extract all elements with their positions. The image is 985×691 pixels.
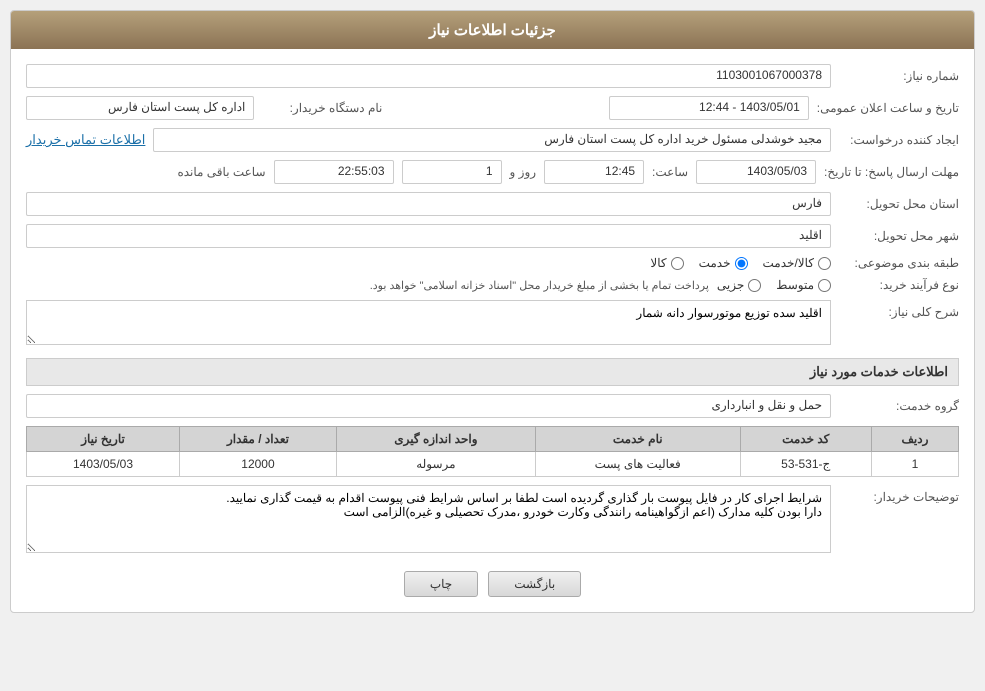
summary-label: شرح کلی نیاز:: [839, 305, 959, 319]
contact-info-link[interactable]: اطلاعات تماس خریدار: [26, 132, 145, 148]
deadline-remaining-label: ساعت باقی مانده: [177, 165, 265, 179]
category-label-khadamat: خدمت: [699, 256, 731, 270]
service-group-value: حمل و نقل و انبارداری: [26, 394, 831, 418]
col-quantity: تعداد / مقدار: [180, 427, 337, 452]
col-row: ردیف: [871, 427, 958, 452]
announce-date-value: 1403/05/01 - 12:44: [609, 96, 809, 120]
creator-value: مجید خوشدلی مسئول خرید اداره کل پست استا…: [153, 128, 831, 152]
cell-row: 1: [871, 452, 958, 477]
city-row: شهر محل تحویل: اقلید: [26, 224, 959, 248]
buyer-org-value: اداره کل پست استان فارس: [26, 96, 254, 120]
purchase-type-note: پرداخت تمام یا بخشی از مبلغ خریدار محل "…: [370, 279, 709, 292]
creator-row: ایجاد کننده درخواست: مجید خوشدلی مسئول خ…: [26, 128, 959, 152]
city-value: اقلید: [26, 224, 831, 248]
province-row: استان محل تحویل: فارس: [26, 192, 959, 216]
buyer-org-label: نام دستگاه خریدار:: [262, 101, 382, 115]
purchase-type-jozii[interactable]: جزیی: [717, 278, 761, 292]
creator-label: ایجاد کننده درخواست:: [839, 133, 959, 147]
cell-quantity: 12000: [180, 452, 337, 477]
button-group: بازگشت چاپ: [26, 571, 959, 597]
category-radio-group: کالا/خدمت خدمت کالا: [650, 256, 831, 270]
category-radio-kala[interactable]: [671, 257, 684, 270]
back-button[interactable]: بازگشت: [488, 571, 581, 597]
purchase-type-row: نوع فرآیند خرید: متوسط جزیی پرداخت تمام …: [26, 278, 959, 292]
buyer-description-textarea[interactable]: شرایط اجرای کار در فایل پیوست بار گذاری …: [26, 485, 831, 553]
buyer-description-row: توضیحات خریدار: شرایط اجرای کار در فایل …: [26, 485, 959, 556]
summary-row: شرح کلی نیاز: اقلید سده توزیع موتورسوار …: [26, 300, 959, 348]
table-row: 1 ج-531-53 فعالیت های پست مرسوله 12000 1…: [27, 452, 959, 477]
category-label-kala: کالا: [650, 256, 666, 270]
purchase-type-label-jozii: جزیی: [717, 278, 744, 292]
province-value: فارس: [26, 192, 831, 216]
panel-body: شماره نیاز: 1103001067000378 تاریخ و ساع…: [11, 49, 974, 612]
city-label: شهر محل تحویل:: [839, 229, 959, 243]
col-name: نام خدمت: [535, 427, 740, 452]
main-panel: جزئیات اطلاعات نیاز شماره نیاز: 11030010…: [10, 10, 975, 613]
summary-textarea[interactable]: اقلید سده توزیع موتورسوار دانه شمار: [26, 300, 831, 345]
category-option-khadamat[interactable]: خدمت: [699, 256, 748, 270]
services-section-title: اطلاعات خدمات مورد نیاز: [26, 358, 959, 386]
col-unit: واحد اندازه گیری: [336, 427, 535, 452]
panel-header: جزئیات اطلاعات نیاز: [11, 11, 974, 49]
cell-code: ج-531-53: [740, 452, 871, 477]
purchase-type-label-motavas: متوسط: [776, 278, 814, 292]
deadline-days-label: روز و: [510, 165, 537, 179]
deadline-date: 1403/05/03: [696, 160, 816, 184]
service-group-row: گروه خدمت: حمل و نقل و انبارداری: [26, 394, 959, 418]
page-wrapper: جزئیات اطلاعات نیاز شماره نیاز: 11030010…: [0, 0, 985, 623]
col-date: تاریخ نیاز: [27, 427, 180, 452]
buyer-org-row: تاریخ و ساعت اعلان عمومی: 1403/05/01 - 1…: [26, 96, 959, 120]
services-table: ردیف کد خدمت نام خدمت واحد اندازه گیری ت…: [26, 426, 959, 477]
category-radio-kala-khadamat[interactable]: [818, 257, 831, 270]
summary-container: اقلید سده توزیع موتورسوار دانه شمار: [26, 300, 831, 348]
province-label: استان محل تحویل:: [839, 197, 959, 211]
col-code: کد خدمت: [740, 427, 871, 452]
need-number-label: شماره نیاز:: [839, 69, 959, 83]
need-number-value: 1103001067000378: [26, 64, 831, 88]
deadline-label: مهلت ارسال پاسخ: تا تاریخ:: [824, 165, 959, 179]
deadline-remaining: 22:55:03: [274, 160, 394, 184]
announce-date-label: تاریخ و ساعت اعلان عمومی:: [817, 101, 959, 115]
cell-date: 1403/05/03: [27, 452, 180, 477]
deadline-days: 1: [402, 160, 502, 184]
category-radio-khadamat[interactable]: [735, 257, 748, 270]
category-row: طبقه بندی موضوعی: کالا/خدمت خدمت کالا: [26, 256, 959, 270]
buyer-description-container: شرایط اجرای کار در فایل پیوست بار گذاری …: [26, 485, 831, 556]
service-group-label: گروه خدمت:: [839, 399, 959, 413]
category-option-kala[interactable]: کالا: [650, 256, 683, 270]
deadline-time-label: ساعت:: [652, 165, 688, 179]
deadline-time: 12:45: [544, 160, 644, 184]
cell-name: فعالیت های پست: [535, 452, 740, 477]
purchase-type-radio-motavas[interactable]: [818, 279, 831, 292]
print-button[interactable]: چاپ: [404, 571, 478, 597]
category-option-kala-khadamat[interactable]: کالا/خدمت: [763, 256, 831, 270]
purchase-type-radio-group: متوسط جزیی: [717, 278, 831, 292]
purchase-type-radio-jozii[interactable]: [748, 279, 761, 292]
category-label-kala-khadamat: کالا/خدمت: [763, 256, 814, 270]
need-number-row: شماره نیاز: 1103001067000378: [26, 64, 959, 88]
buyer-description-label: توضیحات خریدار:: [839, 490, 959, 504]
purchase-type-motavas[interactable]: متوسط: [776, 278, 831, 292]
purchase-type-label: نوع فرآیند خرید:: [839, 278, 959, 292]
panel-title: جزئیات اطلاعات نیاز: [429, 22, 556, 39]
cell-unit: مرسوله: [336, 452, 535, 477]
category-label: طبقه بندی موضوعی:: [839, 256, 959, 270]
deadline-row: مهلت ارسال پاسخ: تا تاریخ: 1403/05/03 سا…: [26, 160, 959, 184]
